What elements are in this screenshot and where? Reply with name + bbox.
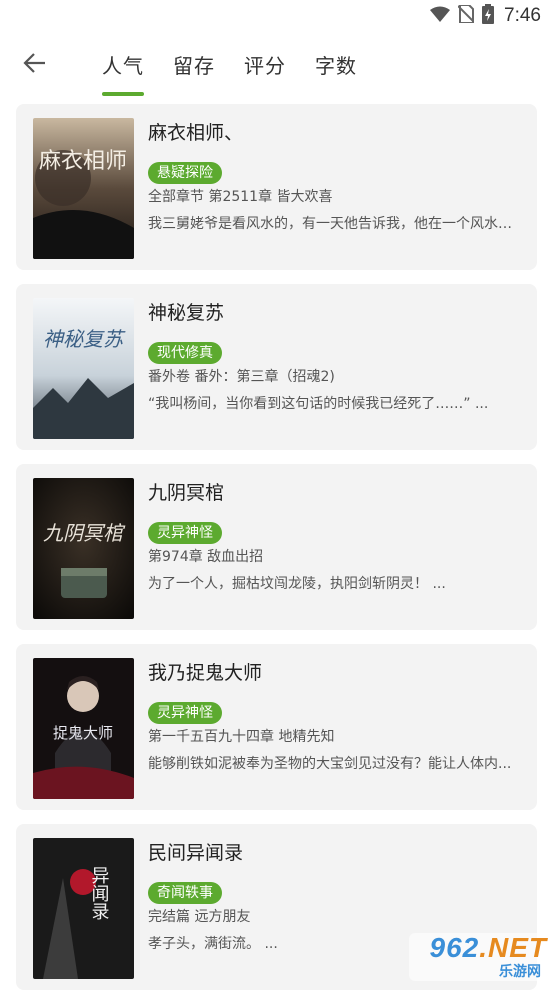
- book-description: 我三舅姥爷是看风水的，有一天他告诉我，他在一个风水宝地...: [148, 216, 513, 232]
- book-title: 民间异闻录: [148, 842, 244, 864]
- book-cover[interactable]: 麻衣相师: [33, 118, 134, 259]
- top-nav: 人气 留存 评分 字数: [0, 32, 553, 96]
- book-title: 我乃捉鬼大师: [148, 662, 263, 684]
- tab-word-count[interactable]: 字数: [315, 50, 357, 94]
- book-description: 能够削铁如泥被奉为圣物的大宝剑见过没有？能让人体内...: [148, 756, 512, 772]
- book-cover[interactable]: 九阴冥棺: [33, 478, 134, 619]
- book-card[interactable]: 神秘复苏 神秘复苏 现代修真 番外卷 番外：第三章（招魂2) “我叫杨间，当你看…: [16, 284, 537, 450]
- tab-popularity[interactable]: 人气: [102, 50, 144, 96]
- book-info: 麻衣相师、 悬疑探险 全部章节 第2511章 皆大欢喜 我三舅姥爷是看风水的，有…: [148, 118, 519, 234]
- genre-tag: 悬疑探险: [148, 162, 222, 184]
- latest-chapter: 第一千五百九十四章 地精先知: [148, 729, 335, 745]
- watermark-logo-number: 962: [429, 932, 480, 963]
- latest-chapter: 番外卷 番外：第三章（招魂2): [148, 369, 335, 385]
- tab-rating[interactable]: 评分: [244, 50, 286, 94]
- book-title: 九阴冥棺: [148, 482, 225, 504]
- wifi-icon: [430, 6, 451, 26]
- battery-icon: [482, 4, 495, 28]
- book-cover[interactable]: 神秘复苏: [33, 298, 134, 439]
- cover-title-text: 捉鬼大师: [53, 724, 113, 742]
- cover-title-text: 异闻录: [89, 866, 110, 920]
- watermark-subtitle: 乐游网: [499, 963, 541, 979]
- latest-chapter: 第974章 敌血出招: [148, 549, 264, 565]
- back-button[interactable]: [20, 48, 50, 78]
- book-cover[interactable]: 异闻录: [33, 838, 134, 979]
- genre-tag: 现代修真: [148, 342, 222, 364]
- book-list: 麻衣相师 麻衣相师、 悬疑探险 全部章节 第2511章 皆大欢喜 我三舅姥爷是看…: [16, 104, 537, 1004]
- book-title: 神秘复苏: [148, 302, 225, 324]
- book-card[interactable]: 捉鬼大师 我乃捉鬼大师 灵异神怪 第一千五百九十四章 地精先知 能够削铁如泥被奉…: [16, 644, 537, 810]
- no-sim-icon: [457, 4, 475, 27]
- book-cover[interactable]: 捉鬼大师: [33, 658, 134, 799]
- genre-tag: 灵异神怪: [148, 702, 222, 724]
- clock: 7:46: [504, 5, 541, 26]
- book-info: 九阴冥棺 灵异神怪 第974章 敌血出招 为了一个人，掘枯坟闯龙陵，执阳剑斩阴灵…: [148, 478, 519, 594]
- status-bar: 7:46: [0, 0, 553, 32]
- site-watermark: 962.NET 乐游网: [409, 933, 547, 981]
- book-info: 我乃捉鬼大师 灵异神怪 第一千五百九十四章 地精先知 能够削铁如泥被奉为圣物的大…: [148, 658, 519, 774]
- book-info: 神秘复苏 现代修真 番外卷 番外：第三章（招魂2) “我叫杨间，当你看到这句话的…: [148, 298, 519, 414]
- book-card[interactable]: 麻衣相师 麻衣相师、 悬疑探险 全部章节 第2511章 皆大欢喜 我三舅姥爷是看…: [16, 104, 537, 270]
- watermark-logo: 962.NET: [430, 933, 548, 963]
- book-title: 麻衣相师、: [148, 122, 244, 144]
- genre-tag: 奇闻轶事: [148, 882, 222, 904]
- cover-title-text: 神秘复苏: [43, 327, 126, 351]
- cover-title-text: 麻衣相师: [39, 149, 127, 174]
- latest-chapter: 完结篇 远方朋友: [148, 909, 251, 925]
- book-card[interactable]: 九阴冥棺 九阴冥棺 灵异神怪 第974章 敌血出招 为了一个人，掘枯坟闯龙陵，执…: [16, 464, 537, 630]
- tab-retention[interactable]: 留存: [173, 50, 215, 94]
- back-arrow-icon[interactable]: [23, 51, 47, 75]
- genre-tag: 灵异神怪: [148, 522, 222, 544]
- book-description: “我叫杨间，当你看到这句话的时候我已经死了……” ...: [148, 396, 489, 412]
- watermark-logo-suffix: .NET: [479, 932, 547, 963]
- sort-tabs: 人气 留存 评分 字数: [102, 50, 357, 96]
- book-description: 为了一个人，掘枯坟闯龙陵，执阳剑斩阴灵！ ...: [148, 576, 446, 592]
- cover-title-text: 九阴冥棺: [43, 521, 126, 545]
- latest-chapter: 全部章节 第2511章 皆大欢喜: [148, 189, 333, 205]
